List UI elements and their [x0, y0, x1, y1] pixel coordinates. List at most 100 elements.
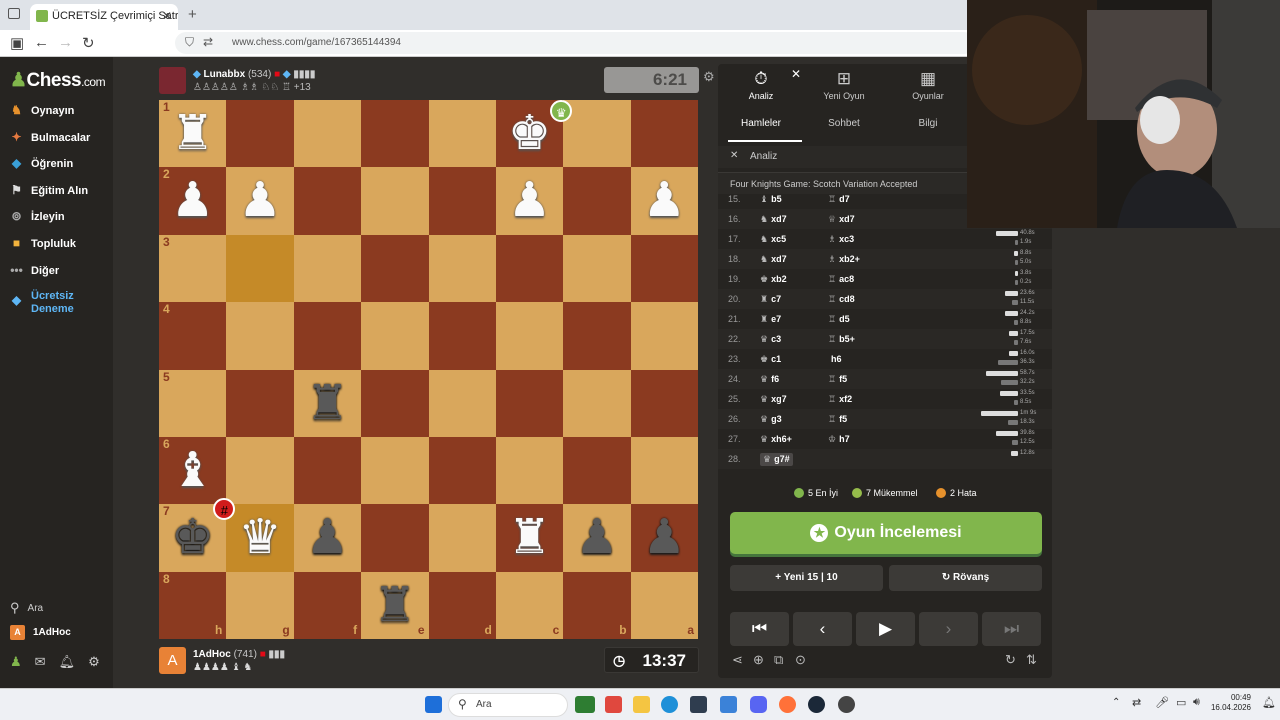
app-icon[interactable]: [838, 696, 855, 713]
square-b3[interactable]: [563, 234, 631, 303]
square-b5[interactable]: [563, 369, 631, 437]
opponent-avatar[interactable]: [159, 67, 186, 94]
white-move[interactable]: ♞ xc5: [760, 234, 786, 245]
square-d1[interactable]: [428, 100, 496, 168]
sidebar-toggle-icon[interactable]: ▣: [10, 34, 24, 52]
add-icon[interactable]: ⊕: [753, 652, 764, 668]
sidebar-item-more[interactable]: ••• Diğer: [10, 264, 59, 277]
stat-excellent[interactable]: 7 Mükemmel: [852, 488, 918, 498]
white-move[interactable]: ♛ xh6+: [760, 434, 792, 445]
square-b4[interactable]: [563, 302, 631, 370]
square-e3[interactable]: [361, 234, 429, 303]
permissions-icon[interactable]: ⇄: [203, 35, 213, 49]
sidebar-user[interactable]: A 1AdHoc: [10, 625, 71, 640]
black-move[interactable]: ♖ xf2: [828, 394, 852, 405]
share-icon[interactable]: ⋖: [732, 652, 743, 668]
settings-gear-icon[interactable]: ⚙: [88, 654, 100, 670]
white-bishop-icon[interactable]: ♝: [159, 437, 226, 504]
photos-icon[interactable]: [605, 696, 622, 713]
firefox-icon[interactable]: [779, 696, 796, 713]
square-b1[interactable]: [563, 100, 631, 168]
white-move[interactable]: ♛ f6: [760, 374, 779, 385]
refresh-icon[interactable]: ↻: [1005, 652, 1016, 668]
notifications-icon[interactable]: 🔔︎: [59, 654, 76, 670]
back-icon[interactable]: ←: [34, 34, 49, 51]
next-move-button[interactable]: ›: [919, 612, 978, 646]
square-g5[interactable]: [226, 369, 294, 437]
sidebar-search[interactable]: ⚲ Ara: [10, 600, 43, 616]
stat-best[interactable]: 5 En İyi: [794, 488, 838, 498]
square-e1[interactable]: [361, 100, 429, 168]
player-name[interactable]: 1AdHoc: [193, 649, 231, 660]
chess-board[interactable]: 1 2 3 4 5 6 7 8 h g f e d c b a ♜ ♚ ♟ ♟ ♟ ♟ ♜ ♝ ♚ ♛ ♟ ♜ ♟ ♟ ♜ ♛ #: [159, 100, 699, 640]
white-move[interactable]: ♞ xd7: [760, 214, 787, 225]
square-f6[interactable]: [293, 436, 362, 505]
black-pawn-icon[interactable]: ♟: [294, 504, 361, 571]
reload-icon[interactable]: ↻: [82, 34, 95, 52]
black-move[interactable]: ♖ d5: [828, 314, 850, 325]
square-d4[interactable]: [428, 302, 496, 370]
square-e7[interactable]: [361, 504, 429, 572]
square-f2[interactable]: [293, 167, 362, 235]
sidebar-item-play[interactable]: ♞ Oynayın: [10, 104, 74, 117]
edge-icon[interactable]: [661, 696, 678, 713]
square-e2[interactable]: [361, 167, 429, 235]
square-e6[interactable]: [361, 436, 429, 505]
zoom-icon[interactable]: ⊙: [795, 652, 806, 668]
square-d7[interactable]: [428, 504, 496, 572]
app-icon[interactable]: [690, 696, 707, 713]
network-icon[interactable]: ▭: [1176, 696, 1186, 709]
opponent-name[interactable]: Lunabbx: [203, 69, 245, 80]
black-move[interactable]: ♖ f5: [828, 374, 847, 385]
white-pawn-icon[interactable]: ♟: [496, 167, 563, 234]
taskbar-search[interactable]: ⚲ Ara: [448, 693, 568, 717]
square-b8[interactable]: b: [563, 571, 631, 640]
board-settings-gear-icon[interactable]: ⚙: [703, 69, 715, 85]
browser-tab[interactable]: ÜCRETSİZ Çevrimiçi Satranç Oy ✕: [30, 4, 178, 30]
square-a8[interactable]: a: [630, 571, 699, 640]
white-move[interactable]: ♛ g3: [760, 414, 782, 425]
square-d5[interactable]: [428, 369, 496, 437]
close-tab-icon[interactable]: ✕: [162, 9, 172, 23]
black-move[interactable]: ♕ xd7: [828, 214, 855, 225]
square-h5[interactable]: 5: [159, 369, 227, 437]
square-a4[interactable]: [630, 302, 699, 370]
sidebar-item-community[interactable]: ■ Topluluk: [10, 237, 76, 250]
square-h3[interactable]: 3: [159, 234, 227, 303]
square-a5[interactable]: [630, 369, 699, 437]
square-f4[interactable]: [293, 302, 362, 370]
white-move[interactable]: ♛ xg7: [760, 394, 787, 405]
square-h8[interactable]: 8h: [159, 571, 227, 640]
tab-games[interactable]: ▦ Oyunlar: [888, 69, 968, 101]
black-rook-icon[interactable]: ♜: [361, 572, 428, 639]
square-f1[interactable]: [293, 100, 362, 168]
stat-mistake[interactable]: 2 Hata: [936, 488, 977, 498]
volume-icon[interactable]: 🔊︎: [1193, 696, 1200, 709]
square-g3[interactable]: [226, 234, 294, 303]
chess-logo[interactable]: ♟Chess.com: [10, 69, 106, 92]
tab-new-game[interactable]: ⊞ Yeni Oyun: [804, 69, 884, 101]
subtab-moves[interactable]: Hamleler: [721, 118, 801, 129]
close-icon[interactable]: ✕: [791, 67, 801, 81]
black-move[interactable]: ♖ cd8: [828, 294, 855, 305]
square-c3[interactable]: [495, 234, 564, 303]
outlook-icon[interactable]: [720, 696, 737, 713]
square-c5[interactable]: [495, 369, 564, 437]
tray-overflow-icon[interactable]: ⌃: [1112, 697, 1120, 708]
white-move[interactable]: ♛ g7#: [760, 453, 793, 466]
tab-analysis[interactable]: ⏱︎ Analiz: [721, 69, 801, 101]
friends-icon[interactable]: ♟: [10, 654, 22, 670]
play-button[interactable]: ▶: [856, 612, 915, 646]
url-field[interactable]: ⛉ ⇄ www.chess.com/game/167365144394: [175, 32, 975, 54]
square-a1[interactable]: [630, 100, 699, 168]
last-move-button[interactable]: ⏭: [982, 612, 1041, 646]
white-rook-icon[interactable]: ♜: [496, 504, 563, 571]
sidebar-item-train[interactable]: ⚑ Eğitim Alın: [10, 184, 88, 197]
square-d8[interactable]: d: [428, 571, 496, 640]
white-move[interactable]: ♜ c7: [760, 294, 781, 305]
forward-icon[interactable]: →: [58, 34, 73, 51]
square-f3[interactable]: [293, 234, 362, 303]
square-d6[interactable]: [428, 436, 496, 505]
sidebar-item-watch[interactable]: ⊚ İzleyin: [10, 210, 64, 223]
white-pawn-icon[interactable]: ♟: [159, 167, 226, 234]
